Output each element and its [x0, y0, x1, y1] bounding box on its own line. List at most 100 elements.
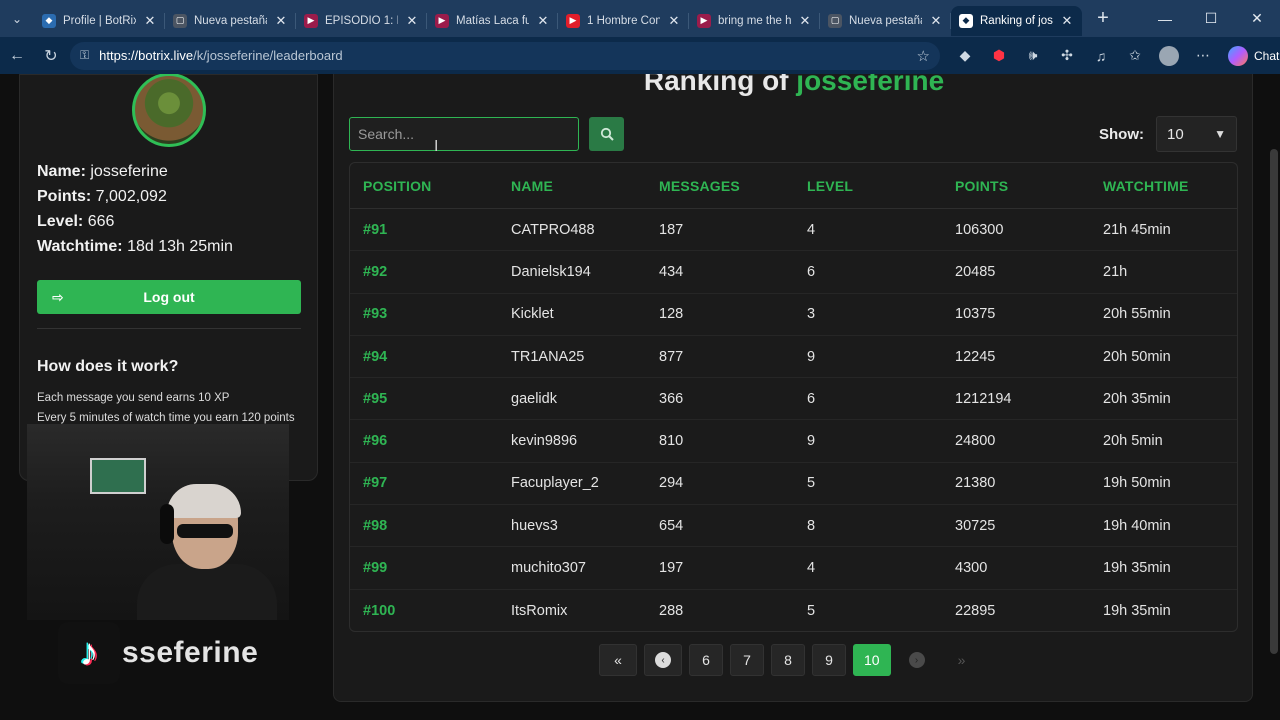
- maximize-icon[interactable]: ☐: [1188, 0, 1234, 37]
- level-cell: 4: [807, 560, 816, 577]
- browser-tab[interactable]: ▶ Matías Laca fun ✕: [427, 6, 558, 36]
- points-cell: 106300: [955, 221, 1004, 238]
- bookmark-star-icon[interactable]: ☆: [917, 47, 930, 65]
- tab-close-icon[interactable]: ✕: [1060, 13, 1074, 29]
- browser-tab[interactable]: ◆ Profile | BotRix ✕: [34, 6, 165, 36]
- page-scrollbar[interactable]: [1270, 149, 1278, 654]
- url-host: https://botrix.live: [99, 48, 194, 63]
- tab-close-icon[interactable]: ✕: [929, 13, 943, 29]
- favorites-icon[interactable]: ✩: [1118, 37, 1152, 74]
- position-cell: #100: [363, 602, 396, 619]
- column-header[interactable]: MESSAGES: [659, 178, 807, 194]
- watchtime-cell: 19h 50min: [1103, 475, 1171, 492]
- watchtime-cell: 21h 45min: [1103, 221, 1171, 238]
- column-header[interactable]: POINTS: [955, 178, 1103, 194]
- position-cell: #98: [363, 517, 388, 534]
- tiktok-overlay: ♪ sseferine: [58, 620, 278, 686]
- close-window-icon[interactable]: ✕: [1234, 0, 1280, 37]
- search-input[interactable]: [349, 117, 579, 151]
- extension-red-icon[interactable]: ⬢: [982, 37, 1016, 74]
- name-cell: CATPRO488: [511, 221, 595, 238]
- media-control-icon[interactable]: ♫: [1084, 37, 1118, 74]
- tab-strip: ◆ Profile | BotRix ✕ ▢ Nueva pestaña ✕ ▶ EPISOD…: [34, 2, 1082, 36]
- minimize-icon[interactable]: —: [1142, 0, 1188, 37]
- column-header[interactable]: POSITION: [363, 178, 511, 194]
- search-button[interactable]: [589, 117, 624, 151]
- page-button[interactable]: 8: [771, 644, 805, 676]
- page-button[interactable]: 10: [853, 644, 891, 676]
- messages-cell: 288: [659, 602, 684, 619]
- table-row: #91 CATPRO488 187 4 106300 21h 45min: [350, 209, 1237, 252]
- tiktok-icon: ♪: [58, 622, 120, 684]
- browser-tab[interactable]: ▢ Nueva pestaña ✕: [820, 6, 951, 36]
- tab-title: bring me the ho: [718, 14, 791, 27]
- level-cell: 5: [807, 475, 816, 492]
- tab-close-icon[interactable]: ✕: [274, 13, 288, 29]
- tab-close-icon[interactable]: ✕: [798, 13, 812, 29]
- tab-favicon-icon: ▶: [435, 13, 449, 28]
- name-cell: Kicklet: [511, 306, 554, 323]
- column-header[interactable]: NAME: [511, 178, 659, 194]
- browser-tab[interactable]: ◆ Ranking of josse ✕: [951, 5, 1082, 36]
- text-cursor-icon: I: [434, 138, 439, 155]
- position-cell: #99: [363, 560, 388, 577]
- watchtime-cell: 20h 55min: [1103, 306, 1171, 323]
- volume-icon[interactable]: 🕪: [1016, 37, 1050, 74]
- profile-card: Name: josseferine Points: 7,002,092 Leve…: [19, 74, 318, 481]
- headset: [160, 504, 174, 544]
- double-chevron-right-icon: »: [957, 652, 966, 668]
- page-button[interactable]: 9: [812, 644, 846, 676]
- tab-actions-menu-icon[interactable]: ⌄: [0, 0, 34, 37]
- table-row: #96 kevin9896 810 9 24800 20h 5min: [350, 420, 1237, 463]
- messages-cell: 197: [659, 560, 684, 577]
- tab-close-icon[interactable]: ✕: [143, 13, 157, 29]
- chat-label: Chat: [1254, 48, 1280, 63]
- column-header[interactable]: WATCHTIME: [1103, 178, 1237, 194]
- tab-close-icon[interactable]: ✕: [536, 13, 550, 29]
- url-field[interactable]: ⚿ https://botrix.live/k/josseferine/lead…: [70, 41, 940, 70]
- messages-cell: 128: [659, 306, 684, 323]
- level-cell: 3: [807, 306, 816, 323]
- tab-favicon-icon: ▶: [304, 13, 318, 28]
- profile-avatar-icon[interactable]: [1152, 37, 1186, 74]
- extensions-puzzle-icon[interactable]: ✣: [1050, 37, 1084, 74]
- page-button[interactable]: 6: [689, 644, 723, 676]
- last-page-button[interactable]: »: [943, 644, 981, 676]
- show-count-select[interactable]: 10 ▼: [1156, 116, 1237, 152]
- browser-tab[interactable]: ▢ Nueva pestaña ✕: [165, 6, 296, 36]
- browser-tab[interactable]: ▶ EPISODIO 1: LA ✕: [296, 6, 427, 36]
- extension-botrix-icon[interactable]: ◆: [948, 37, 982, 74]
- tab-favicon-icon: ◆: [959, 13, 973, 28]
- copilot-chat-button[interactable]: Chat: [1228, 45, 1280, 66]
- column-header[interactable]: LEVEL: [807, 178, 955, 194]
- browser-tab[interactable]: ▶ 1 Hombre Cons ✕: [558, 6, 689, 36]
- page-button[interactable]: 7: [730, 644, 764, 676]
- prev-page-button[interactable]: ‹: [644, 644, 682, 676]
- search-icon: [600, 127, 614, 141]
- tab-close-icon[interactable]: ✕: [405, 13, 419, 29]
- level-cell: 8: [807, 517, 816, 534]
- messages-cell: 294: [659, 475, 684, 492]
- points-cell: 4300: [955, 560, 988, 577]
- tab-title: Matías Laca fun: [456, 14, 529, 27]
- tab-title: Nueva pestaña: [849, 14, 922, 27]
- new-tab-button[interactable]: +: [1088, 7, 1118, 30]
- next-page-button[interactable]: ›: [898, 644, 936, 676]
- reload-icon[interactable]: ↻: [34, 37, 68, 74]
- divider: [37, 328, 301, 329]
- points-cell: 12245: [955, 348, 996, 365]
- table-row: #92 Danielsk194 434 6 20485 21h: [350, 251, 1237, 294]
- logout-button[interactable]: ⇨ Log out: [37, 280, 301, 314]
- first-page-button[interactable]: «: [599, 644, 637, 676]
- name-cell: huevs3: [511, 517, 558, 534]
- how-it-works-title: How does it work?: [37, 358, 179, 375]
- points-cell: 10375: [955, 306, 996, 323]
- name-cell: Danielsk194: [511, 263, 591, 280]
- more-options-icon[interactable]: ⋯: [1186, 37, 1220, 74]
- back-icon[interactable]: ←: [0, 37, 34, 74]
- browser-tab[interactable]: ▶ bring me the ho ✕: [689, 6, 820, 36]
- tab-close-icon[interactable]: ✕: [667, 13, 681, 29]
- level-value: 666: [87, 213, 115, 230]
- site-info-icon[interactable]: ⚿: [80, 48, 89, 63]
- points-value: 7,002,092: [95, 188, 167, 205]
